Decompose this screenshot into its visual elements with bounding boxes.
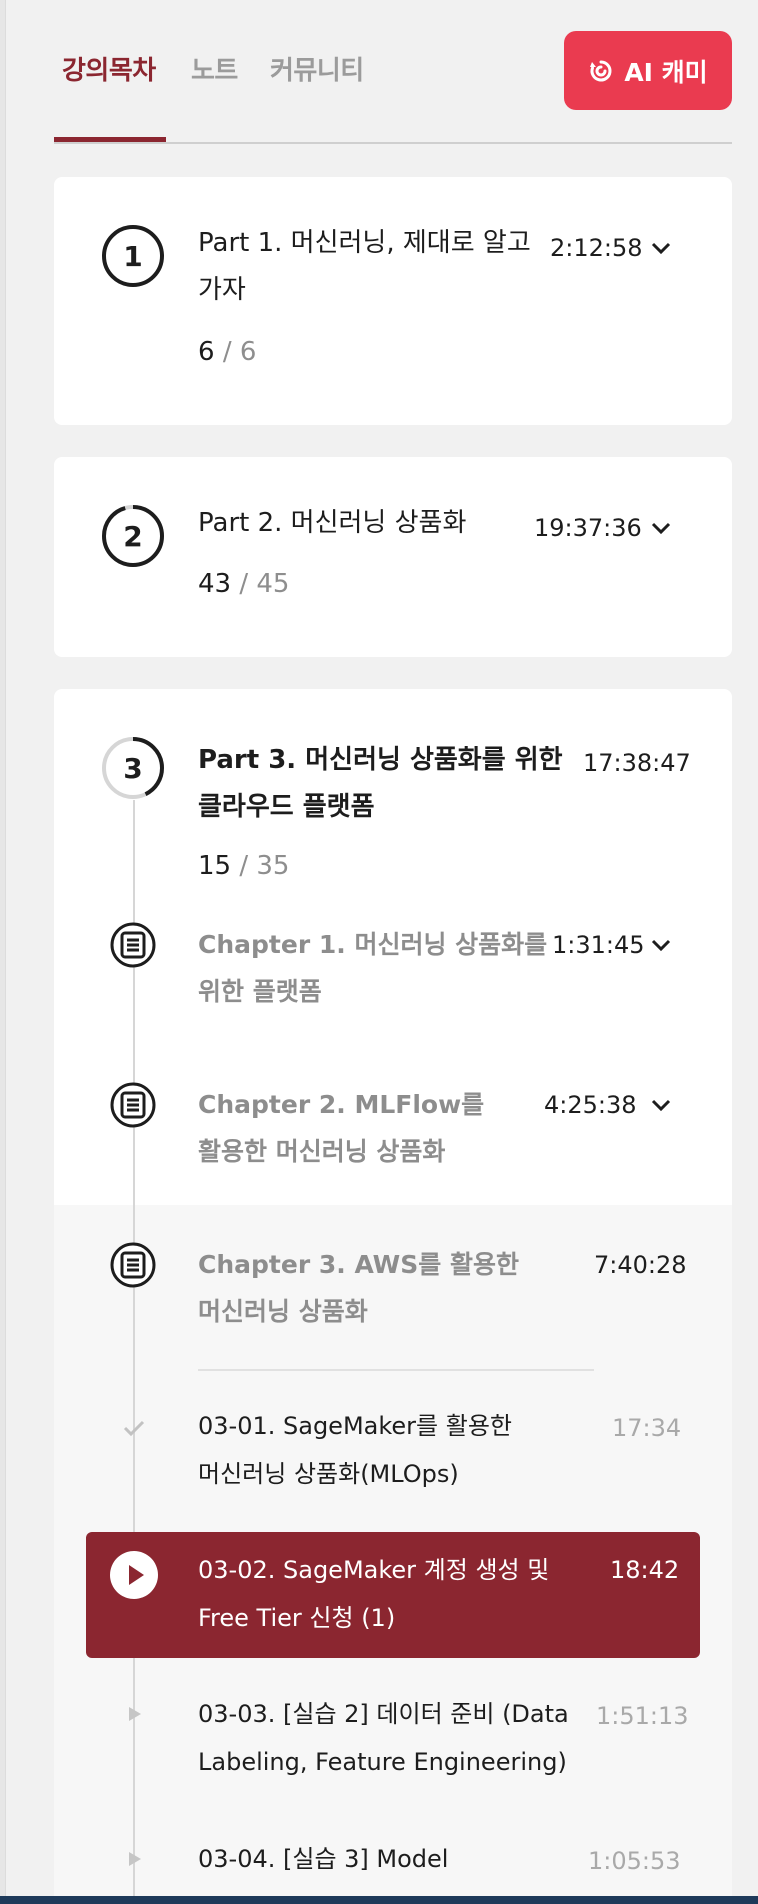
part-1-title: Part 1. 머신러닝, 제대로 알고 가자: [198, 228, 531, 305]
check-icon: [123, 1420, 145, 1437]
chapter-1-title[interactable]: Chapter 1. 머신러닝 상품화를 위한 플랫폼: [198, 921, 547, 1015]
ai-cammy-button[interactable]: AI 캐미: [564, 31, 732, 110]
part-3-progress: 15 / 35: [198, 851, 290, 881]
part-2-duration: 19:37:36: [534, 514, 642, 542]
tab-curriculum[interactable]: 강의목차: [62, 50, 156, 87]
part-card-1[interactable]: 1 Part 1. 머신러닝, 제대로 알고 가자 2:12:58 6 / 6: [54, 177, 732, 425]
lesson-03-03-duration: 1:51:13: [596, 1702, 689, 1730]
chevron-down-icon[interactable]: [650, 241, 672, 255]
play-icon[interactable]: [110, 1551, 158, 1599]
lesson-03-01-duration: 17:34: [612, 1414, 682, 1442]
lesson-03-01-title[interactable]: 03-01. SageMaker를 활용한 머신러닝 상품화(MLOps): [198, 1402, 558, 1498]
chapter-2-title[interactable]: Chapter 2. MLFlow를 활용한 머신러닝 상품화: [198, 1081, 484, 1175]
chevron-down-icon[interactable]: [650, 938, 672, 952]
play-small-icon: [129, 1852, 141, 1866]
part-2-progress-circle: 2: [101, 504, 165, 568]
part-1-duration: 2:12:58: [550, 234, 643, 262]
chapter-1-duration: 1:31:45: [552, 931, 645, 959]
lesson-03-03-title[interactable]: 03-03. [실습 2] 데이터 준비 (Data Labeling, Fea…: [198, 1690, 578, 1786]
chapter-3-title[interactable]: Chapter 3. AWS를 활용한 머신러닝 상품화: [198, 1241, 519, 1335]
ai-spiral-icon: [588, 58, 614, 84]
lesson-03-02-duration: 18:42: [610, 1556, 680, 1584]
chapter-2-duration: 4:25:38: [544, 1091, 637, 1119]
lesson-03-04-duration: 1:05:53: [588, 1847, 681, 1875]
part-3-title[interactable]: Part 3. 머신러닝 상품화를 위한 클라우드 플랫폼: [198, 737, 563, 831]
part-2-progress: 43 / 45: [198, 569, 290, 599]
part-1-progress-circle: 1: [101, 224, 165, 288]
ai-button-label: AI 캐미: [624, 57, 708, 87]
tabs-divider: [54, 142, 732, 144]
chapter-list-icon: [110, 1082, 156, 1128]
lesson-03-04-title[interactable]: 03-04. [실습 3] Model: [198, 1835, 558, 1883]
chapter-divider: [198, 1369, 594, 1371]
part-3-progress-circle: 3: [101, 736, 165, 800]
window-bottom-edge: [0, 1896, 758, 1904]
part-1-progress: 6 / 6: [198, 337, 257, 367]
chevron-down-icon[interactable]: [650, 521, 672, 535]
chapter-list-icon: [110, 922, 156, 968]
part-2-title: Part 2. 머신러닝 상품화: [198, 508, 467, 538]
chapter-list-icon: [110, 1242, 156, 1288]
part-card-2[interactable]: 2 Part 2. 머신러닝 상품화 19:37:36 43 / 45: [54, 457, 732, 657]
lesson-03-02-row-active[interactable]: 03-02. SageMaker 계정 생성 및 Free Tier 신청 (1…: [86, 1532, 700, 1658]
part-3-duration: 17:38:47: [583, 749, 691, 777]
tab-notes[interactable]: 노트: [191, 50, 238, 87]
lesson-03-02-title: 03-02. SageMaker 계정 생성 및 Free Tier 신청 (1…: [198, 1556, 550, 1632]
chevron-down-icon[interactable]: [650, 1098, 672, 1112]
tab-community[interactable]: 커뮤니티: [270, 50, 364, 87]
panel-left-border: [0, 0, 6, 1904]
chapter-3-duration: 7:40:28: [594, 1251, 687, 1279]
play-small-icon: [129, 1707, 141, 1721]
